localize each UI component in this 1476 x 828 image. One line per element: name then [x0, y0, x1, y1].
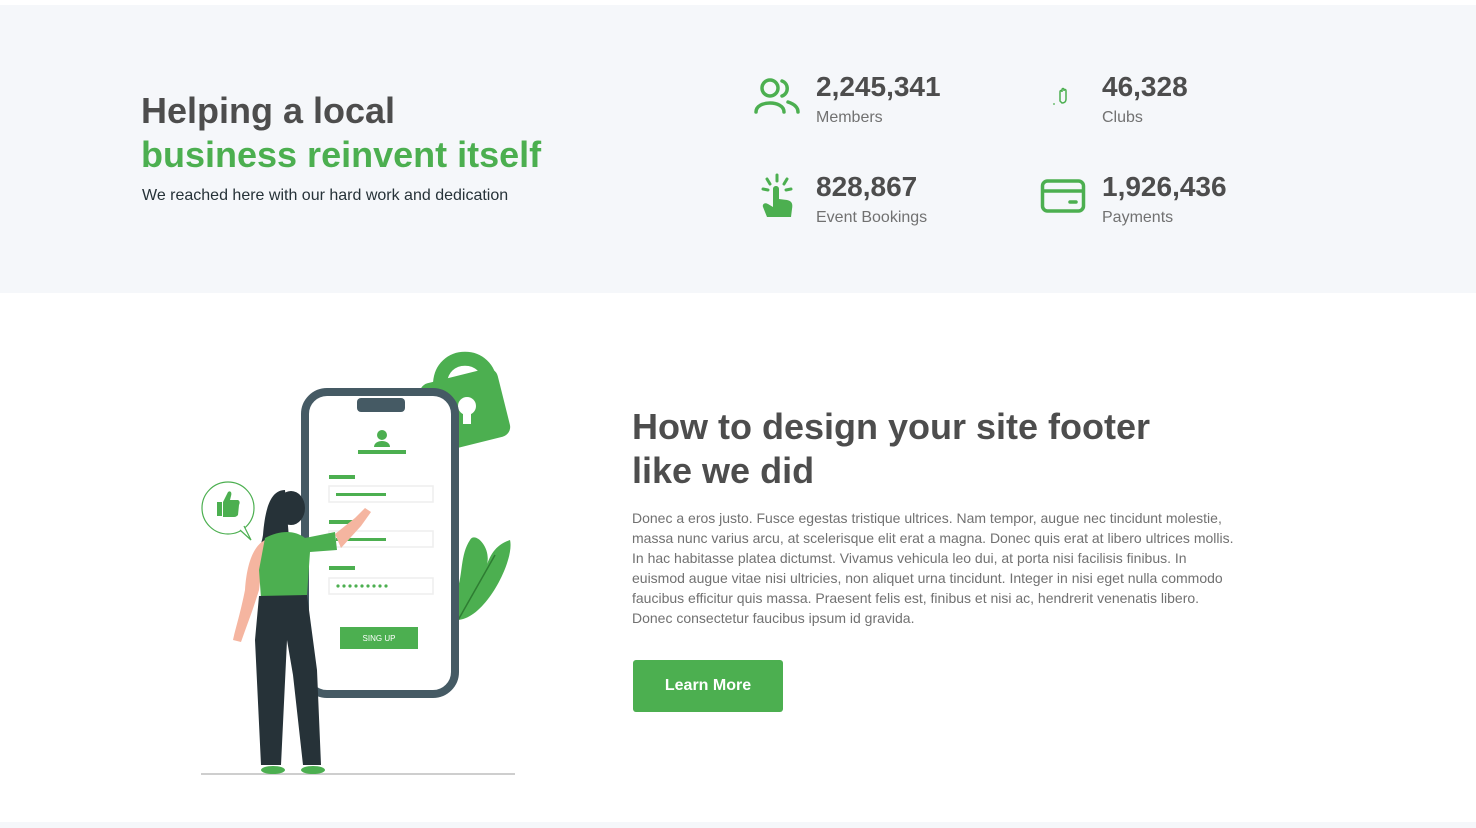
hero-heading: Helping a local business reinvent itself — [141, 89, 541, 177]
click-icon — [752, 171, 802, 221]
hero-subtitle: We reached here with our hard work and d… — [142, 187, 509, 204]
hero-title-line2: business reinvent itself — [141, 134, 542, 175]
learn-more-button[interactable]: Learn More — [633, 660, 783, 712]
members-icon — [752, 71, 802, 121]
signup-illustration: SING UP — [201, 351, 515, 775]
card-icon — [1038, 171, 1088, 221]
illustration-signup-text: SING UP — [363, 634, 396, 643]
clubs-icon — [1038, 71, 1088, 121]
stat-members-label: Members — [816, 109, 883, 126]
stat-clubs-value: 46,328 — [1102, 71, 1188, 102]
stat-members: 2,245,341 Members — [752, 71, 941, 127]
hero-title-line1: Helping a local — [141, 90, 396, 131]
footer-divider — [0, 822, 1476, 828]
stat-event-bookings-value: 828,867 — [816, 171, 918, 202]
stat-clubs: 46,328 Clubs — [1038, 71, 1188, 127]
feature-body: Donec a eros justo. Fusce egestas tristi… — [632, 510, 1234, 626]
stat-payments-value: 1,926,436 — [1102, 171, 1227, 202]
stat-payments-label: Payments — [1102, 209, 1174, 226]
stat-event-bookings: 828,867 Event Bookings — [752, 171, 927, 227]
feature-title: How to design your site footer like we d… — [632, 406, 1151, 491]
stat-clubs-label: Clubs — [1102, 109, 1143, 126]
stat-members-value: 2,245,341 — [816, 71, 941, 102]
stat-event-bookings-label: Event Bookings — [816, 209, 928, 226]
thumbs-up-bubble — [201, 481, 255, 541]
stat-payments: 1,926,436 Payments — [1038, 171, 1227, 227]
